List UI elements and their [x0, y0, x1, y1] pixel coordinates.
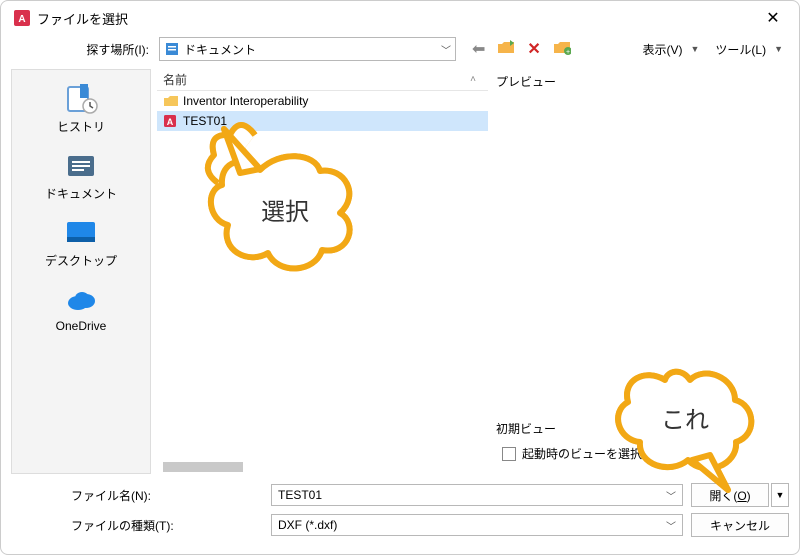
onedrive-icon [64, 285, 98, 315]
preview-label: プレビュー [494, 69, 789, 94]
preview-box [494, 94, 789, 418]
svg-text:A: A [18, 14, 25, 25]
up-folder-button[interactable] [497, 39, 515, 60]
chevron-down-icon: ﹀ [441, 42, 451, 57]
open-button-dropdown[interactable]: ▼ [771, 483, 789, 507]
lookin-label: 探す場所(I): [9, 41, 159, 58]
chevron-down-icon: ﹀ [666, 518, 676, 533]
cancel-button[interactable]: キャンセル [691, 513, 789, 537]
back-button[interactable]: ⬅ [472, 39, 485, 59]
delete-button[interactable]: ✕ [527, 39, 540, 59]
documents-icon [64, 151, 98, 181]
filename-row: ファイル名(N): TEST01 ﹀ 開く(O) ▼ [11, 480, 789, 510]
view-menu-button[interactable]: 表示(V) [640, 39, 684, 60]
chevron-down-icon: ﹀ [666, 488, 676, 503]
nav-toolbar: ⬅ ✕ + [472, 39, 571, 60]
preview-panel: プレビュー 初期ビュー 起動時のビューを選択する(E) [494, 69, 789, 474]
file-row-autocad[interactable]: A TEST01 [157, 111, 488, 131]
file-name: Inventor Interoperability [183, 94, 308, 108]
places-item-label: ヒストリ [12, 118, 150, 135]
filetype-label: ファイルの種類(T): [11, 517, 271, 534]
initial-view-checkbox-row: 起動時のビューを選択する(E) [494, 443, 789, 474]
history-icon [64, 84, 98, 114]
file-select-dialog: A ファイルを選択 ✕ 探す場所(I): ドキュメント ﹀ ⬅ ✕ + 表示(V… [0, 0, 800, 555]
close-button[interactable]: ✕ [753, 8, 793, 28]
documents-icon [164, 41, 180, 57]
filetype-value: DXF (*.dxf) [278, 518, 337, 532]
tools-menu-button[interactable]: ツール(L) [713, 39, 768, 60]
filename-value: TEST01 [278, 488, 322, 502]
lookin-value: ドキュメント [184, 41, 441, 58]
file-row-folder[interactable]: Inventor Interoperability [157, 91, 488, 111]
file-list-area: 名前 ˄ Inventor Interoperability A TEST01 [157, 69, 488, 474]
places-item-label: OneDrive [12, 319, 150, 333]
dialog-title: ファイルを選択 [37, 9, 753, 28]
initial-view-label: 初期ビュー [494, 418, 789, 443]
new-folder-button[interactable]: + [553, 39, 571, 60]
places-item-desktop[interactable]: デスクトップ [12, 212, 150, 277]
sort-indicator-icon: ˄ [458, 74, 488, 85]
places-bar: ヒストリ ドキュメント デスクトップ OneDrive [11, 69, 151, 474]
autocad-file-icon: A [163, 114, 179, 128]
filename-label: ファイル名(N): [11, 487, 271, 504]
folder-icon [163, 94, 179, 108]
places-item-onedrive[interactable]: OneDrive [12, 279, 150, 341]
view-tools-menus: 表示(V) ▼ ツール(L) ▼ [640, 39, 791, 60]
places-item-label: デスクトップ [12, 252, 150, 269]
filetype-row: ファイルの種類(T): DXF (*.dxf) ﹀ キャンセル [11, 510, 789, 540]
places-item-label: ドキュメント [12, 185, 150, 202]
places-item-history[interactable]: ヒストリ [12, 78, 150, 143]
bottom-panel: ファイル名(N): TEST01 ﹀ 開く(O) ▼ ファイルの種類(T): D… [1, 474, 799, 554]
initial-view-checkbox-label: 起動時のビューを選択する(E) [522, 445, 682, 462]
file-list-header[interactable]: 名前 ˄ [157, 69, 488, 91]
places-item-documents[interactable]: ドキュメント [12, 145, 150, 210]
tools-menu-chevron-icon[interactable]: ▼ [774, 44, 783, 54]
filename-combo[interactable]: TEST01 ﹀ [271, 484, 683, 506]
cancel-button-label: キャンセル [710, 517, 770, 534]
titlebar: A ファイルを選択 ✕ [1, 1, 799, 35]
svg-text:A: A [167, 117, 174, 127]
svg-text:+: + [566, 49, 570, 55]
horizontal-scrollbar[interactable] [163, 462, 243, 472]
file-list[interactable]: Inventor Interoperability A TEST01 [157, 91, 488, 474]
desktop-icon [64, 218, 98, 248]
main-area: ヒストリ ドキュメント デスクトップ OneDrive [1, 69, 799, 474]
view-menu-chevron-icon[interactable]: ▼ [690, 44, 699, 54]
filetype-combo[interactable]: DXF (*.dxf) ﹀ [271, 514, 683, 536]
file-name: TEST01 [183, 114, 227, 128]
autocad-app-icon: A [13, 9, 31, 27]
open-button-label: 開く(O) [709, 487, 750, 504]
lookin-row: 探す場所(I): ドキュメント ﹀ ⬅ ✕ + 表示(V) ▼ ツール(L) ▼ [1, 35, 799, 69]
column-name: 名前 [157, 71, 458, 88]
initial-view-checkbox[interactable] [502, 447, 516, 461]
open-button[interactable]: 開く(O) [691, 483, 769, 507]
lookin-combo[interactable]: ドキュメント ﹀ [159, 37, 456, 61]
